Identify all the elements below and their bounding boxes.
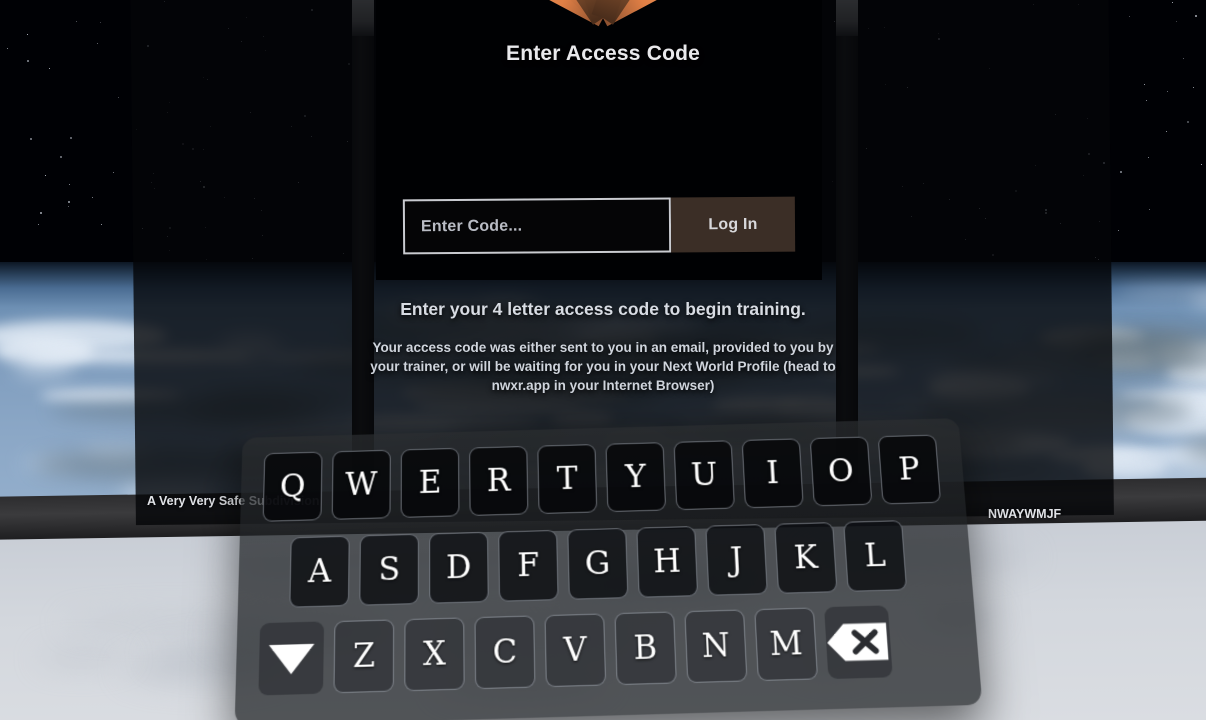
- key-o[interactable]: O: [809, 436, 873, 507]
- key-c[interactable]: C: [474, 615, 536, 690]
- key-n[interactable]: N: [684, 609, 748, 684]
- key-k[interactable]: K: [774, 522, 838, 594]
- key-f[interactable]: F: [498, 529, 559, 602]
- instruction-headline: Enter your 4 letter access code to begin…: [400, 299, 806, 319]
- key-e[interactable]: E: [400, 447, 460, 518]
- key-m[interactable]: M: [754, 607, 819, 682]
- session-id-label: NWAYWMJF: [988, 507, 1062, 521]
- access-code-placeholder: Enter Code...: [420, 217, 523, 235]
- key-y[interactable]: Y: [605, 442, 667, 513]
- key-b[interactable]: B: [614, 611, 677, 686]
- key-r[interactable]: R: [469, 445, 529, 516]
- key-l[interactable]: L: [843, 520, 908, 592]
- key-x[interactable]: X: [404, 617, 465, 692]
- login-button[interactable]: Log In: [670, 196, 796, 253]
- key-p[interactable]: P: [877, 434, 942, 505]
- key-v[interactable]: V: [544, 613, 607, 688]
- key-q[interactable]: Q: [262, 451, 323, 522]
- vr-scene: Enter Access Code Enter Code... Log In E…: [0, 0, 1206, 720]
- page-title: Enter Access Code: [505, 42, 701, 65]
- key-g[interactable]: G: [567, 527, 629, 600]
- login-form: Enter Code... Log In: [402, 196, 796, 255]
- key-d[interactable]: D: [429, 531, 489, 604]
- hide-keyboard-key[interactable]: [258, 621, 325, 696]
- key-z[interactable]: Z: [333, 619, 395, 694]
- key-t[interactable]: T: [537, 444, 598, 515]
- key-j[interactable]: J: [705, 524, 768, 596]
- key-u[interactable]: U: [673, 440, 735, 511]
- instruction-body: Your access code was either sent to you …: [370, 340, 836, 393]
- next-world-xr-crown-logo: [497, 0, 709, 27]
- key-a[interactable]: A: [289, 535, 350, 608]
- key-i[interactable]: I: [741, 438, 804, 509]
- key-h[interactable]: H: [636, 525, 699, 598]
- keyboard-row-2: ASDFGHJKL: [289, 520, 908, 608]
- key-w[interactable]: W: [331, 449, 391, 520]
- key-s[interactable]: S: [359, 533, 419, 606]
- virtual-keyboard[interactable]: QWERTYUIOP ASDFGHJKL ZXCVBNM: [234, 418, 983, 720]
- keyboard-row-3: ZXCVBNM: [258, 605, 893, 696]
- backspace-key[interactable]: [824, 605, 893, 680]
- keyboard-row-1: QWERTYUIOP: [262, 434, 942, 522]
- access-code-input[interactable]: Enter Code...: [402, 197, 672, 255]
